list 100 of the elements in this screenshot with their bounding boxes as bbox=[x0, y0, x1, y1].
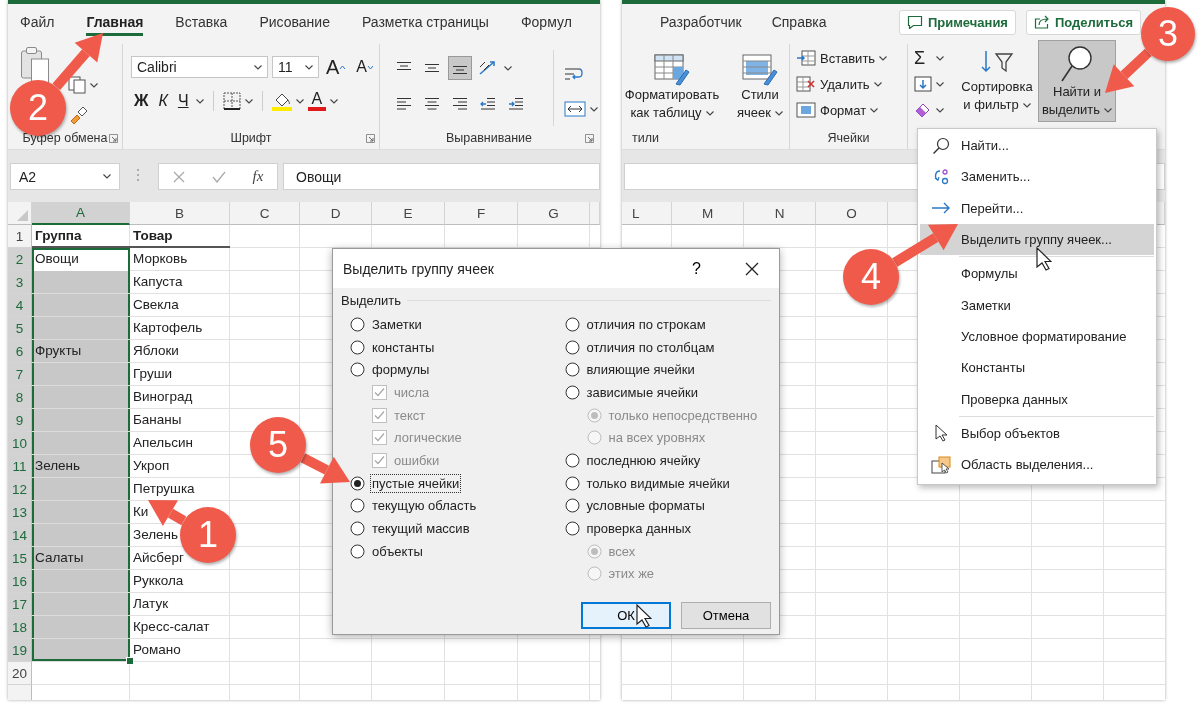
menu-item[interactable]: Область выделения... bbox=[920, 448, 1154, 481]
row-header[interactable]: 10 bbox=[8, 432, 32, 455]
dialog-launcher-icon[interactable] bbox=[585, 133, 594, 143]
column-header[interactable]: C bbox=[230, 202, 300, 225]
underline-button[interactable]: Ч bbox=[174, 90, 192, 112]
radio-button[interactable] bbox=[350, 362, 365, 378]
cell-styles-button[interactable]: Стили ячеек bbox=[732, 52, 788, 122]
align-bottom-button[interactable] bbox=[448, 56, 472, 80]
merge-icon[interactable] bbox=[564, 101, 586, 117]
shrink-font-button[interactable]: A bbox=[353, 56, 377, 78]
radio-button[interactable] bbox=[564, 339, 580, 355]
radio-button[interactable] bbox=[350, 339, 365, 355]
format-painter-icon[interactable] bbox=[68, 104, 88, 124]
column-header[interactable]: L bbox=[622, 202, 672, 225]
column-header[interactable]: B bbox=[130, 202, 230, 225]
radio-button[interactable] bbox=[564, 362, 580, 378]
radio-button[interactable] bbox=[350, 475, 365, 491]
format-cells-button[interactable]: Формат bbox=[796, 99, 888, 121]
row-header[interactable]: 1 bbox=[8, 225, 32, 248]
drag-handle-icon[interactable] bbox=[136, 167, 140, 182]
row-header[interactable]: 16 bbox=[8, 570, 32, 593]
fill-down-icon[interactable] bbox=[914, 76, 932, 92]
caret-icon[interactable] bbox=[330, 98, 339, 104]
decrease-indent-icon[interactable] bbox=[480, 97, 496, 111]
column-header[interactable]: F bbox=[445, 202, 518, 225]
column-header[interactable]: N bbox=[744, 202, 816, 225]
ok-button[interactable]: ОК bbox=[581, 602, 671, 629]
name-box[interactable]: A2 bbox=[10, 163, 120, 190]
menu-item[interactable]: Перейти... bbox=[920, 192, 1154, 224]
row-header[interactable]: 5 bbox=[8, 317, 32, 340]
ribbon-tab[interactable]: Справка bbox=[771, 8, 827, 36]
row-header[interactable]: 7 bbox=[8, 363, 32, 386]
fill-color-icon[interactable] bbox=[271, 91, 292, 111]
align-right-icon[interactable] bbox=[452, 97, 468, 111]
ribbon-tab[interactable]: Разметка страницы bbox=[361, 8, 489, 36]
orientation-icon[interactable] bbox=[478, 60, 498, 76]
radio-button[interactable] bbox=[564, 521, 580, 537]
menu-item[interactable]: Константы bbox=[920, 352, 1154, 384]
radio-button[interactable] bbox=[564, 452, 580, 468]
radio-button[interactable] bbox=[564, 498, 580, 514]
caret-icon[interactable] bbox=[90, 82, 98, 88]
cancel-button[interactable]: Отмена bbox=[681, 602, 771, 629]
column-header[interactable]: M bbox=[672, 202, 744, 225]
radio-button[interactable] bbox=[350, 316, 365, 332]
insert-function-button[interactable]: fx bbox=[252, 168, 264, 185]
caret-icon[interactable] bbox=[879, 55, 888, 61]
column-header[interactable]: E bbox=[372, 202, 445, 225]
format-as-table-button[interactable]: Форматировать как таблицу bbox=[622, 52, 722, 122]
caret-icon[interactable] bbox=[775, 110, 783, 116]
italic-button[interactable]: К bbox=[155, 90, 171, 112]
delete-cells-button[interactable]: Удалить bbox=[796, 73, 888, 95]
row-header[interactable]: 3 bbox=[8, 271, 32, 294]
menu-item[interactable]: Проверка данных bbox=[920, 383, 1154, 415]
row-header[interactable]: 8 bbox=[8, 386, 32, 409]
caret-icon[interactable] bbox=[103, 174, 111, 179]
column-header[interactable]: O bbox=[816, 202, 888, 225]
align-center-icon[interactable] bbox=[424, 97, 440, 111]
caret-icon[interactable] bbox=[590, 106, 598, 112]
caret-icon[interactable] bbox=[504, 65, 512, 71]
menu-item[interactable]: Заменить... bbox=[920, 161, 1154, 193]
column-header[interactable]: A bbox=[32, 202, 130, 225]
caret-icon[interactable] bbox=[936, 81, 944, 87]
column-header[interactable]: D bbox=[300, 202, 372, 225]
menu-item[interactable]: Заметки bbox=[920, 289, 1154, 321]
ribbon-tab[interactable]: Разработчик bbox=[660, 8, 742, 36]
radio-button[interactable] bbox=[564, 316, 580, 332]
radio-button[interactable] bbox=[564, 475, 580, 491]
caret-icon[interactable] bbox=[244, 98, 253, 104]
font-color-button[interactable]: A bbox=[307, 91, 327, 111]
share-button[interactable]: Поделиться bbox=[1025, 9, 1141, 35]
row-header[interactable]: 19 bbox=[8, 639, 32, 662]
caret-icon[interactable] bbox=[254, 64, 262, 70]
caret-icon[interactable] bbox=[1104, 107, 1113, 113]
row-header[interactable]: 14 bbox=[8, 524, 32, 547]
ribbon-tab[interactable]: Формул bbox=[520, 8, 572, 36]
help-button[interactable]: ? bbox=[688, 259, 705, 278]
dialog-launcher-icon[interactable] bbox=[109, 133, 118, 143]
row-header[interactable]: 15 bbox=[8, 547, 32, 570]
menu-item[interactable]: Найти... bbox=[920, 130, 1154, 162]
row-header[interactable]: 2 bbox=[8, 248, 32, 271]
radio-button[interactable] bbox=[350, 521, 365, 537]
caret-icon[interactable] bbox=[705, 110, 714, 116]
radio-button[interactable] bbox=[350, 543, 365, 559]
row-header[interactable]: 4 bbox=[8, 294, 32, 317]
paste-icon[interactable] bbox=[20, 46, 50, 84]
ribbon-tab[interactable]: Рисование bbox=[259, 8, 330, 36]
fill-handle[interactable] bbox=[126, 657, 134, 665]
find-select-button[interactable]: Найти и выделить bbox=[1038, 40, 1116, 122]
insert-cells-button[interactable]: Вставить bbox=[796, 47, 888, 69]
bold-button[interactable]: Ж bbox=[131, 90, 152, 112]
ribbon-tab[interactable]: Файл bbox=[20, 8, 55, 36]
row-header[interactable]: 12 bbox=[8, 478, 32, 501]
row-header[interactable]: 17 bbox=[8, 593, 32, 616]
menu-item[interactable]: Условное форматирование bbox=[920, 320, 1154, 353]
radio-button[interactable] bbox=[350, 498, 365, 514]
row-header[interactable]: 9 bbox=[8, 409, 32, 432]
grow-font-button[interactable]: A bbox=[323, 56, 350, 78]
caret-icon[interactable] bbox=[936, 55, 944, 61]
increase-indent-icon[interactable] bbox=[508, 97, 524, 111]
menu-item[interactable]: Выбор объектов bbox=[920, 417, 1154, 449]
